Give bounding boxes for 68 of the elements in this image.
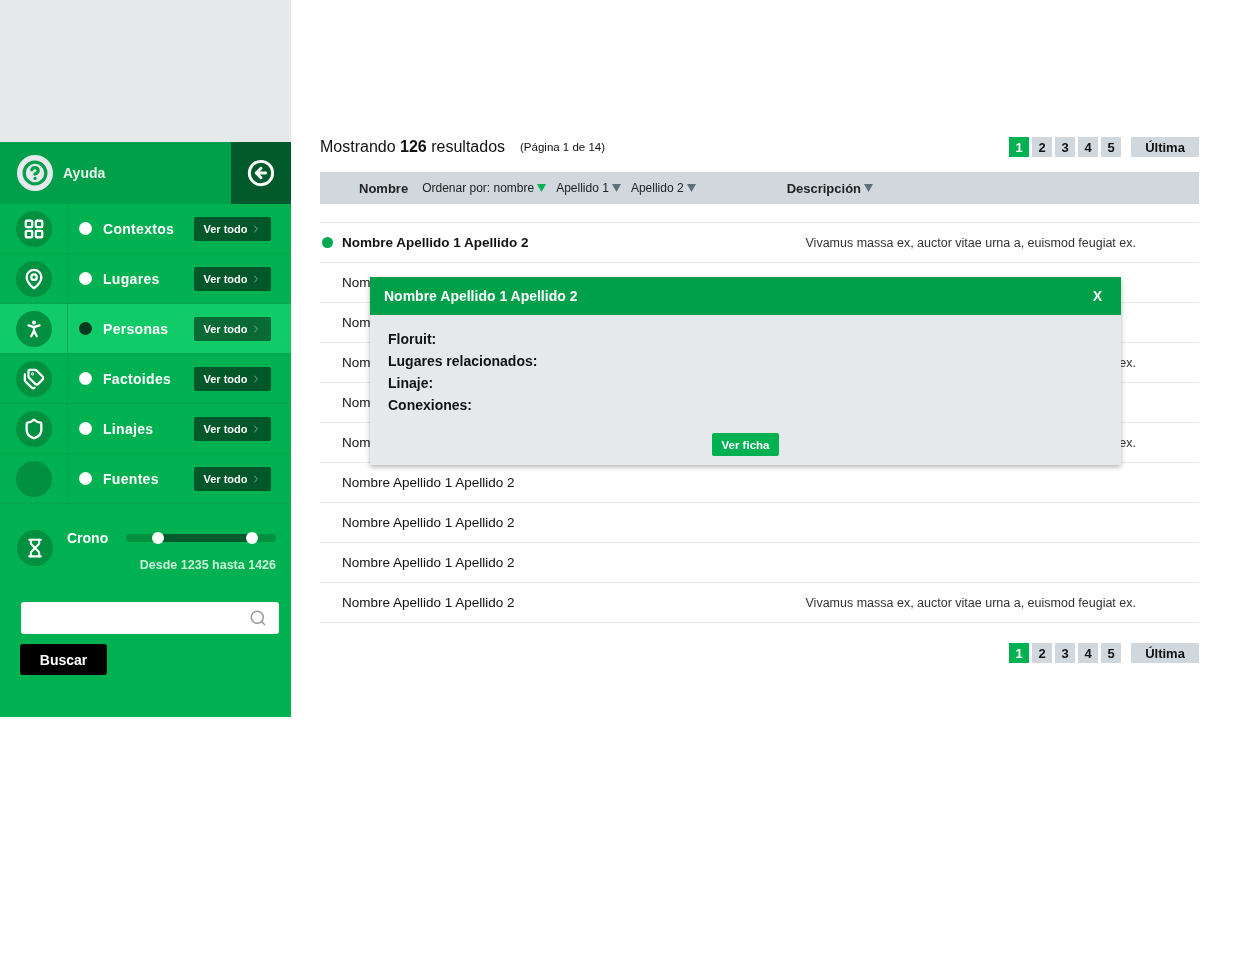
field-label: Lugares relacionados: [388, 353, 539, 369]
page-button[interactable]: 2 [1032, 137, 1052, 157]
category-icon [15, 310, 52, 347]
selected-dot [322, 237, 333, 248]
range-slider[interactable] [126, 534, 276, 542]
page-button[interactable]: 5 [1101, 643, 1121, 663]
table-row[interactable]: Nombre Apellido 1 Apellido 2 Vivamus massa ex, auctor vitae urna a, euismod feugiat ex. [320, 223, 1199, 263]
radio-button[interactable] [79, 322, 92, 335]
radio-button[interactable] [79, 422, 92, 435]
radio-button[interactable] [79, 272, 92, 285]
radio-button[interactable] [79, 472, 92, 485]
blank-circle-icon [15, 460, 52, 497]
field-label: Linaje: [388, 375, 435, 391]
sort-triangle-icon [611, 184, 621, 192]
back-button[interactable] [231, 142, 291, 204]
sort-triangle-icon [537, 184, 547, 192]
page-button[interactable]: 3 [1055, 643, 1075, 663]
sort-option[interactable]: Apellido 2 [630, 181, 696, 195]
name-cell[interactable]: Nombre Apellido 1 Apellido 2 [342, 475, 791, 490]
search-button[interactable]: Buscar [20, 644, 107, 675]
page-button[interactable]: 4 [1078, 643, 1098, 663]
view-all-button[interactable]: Ver todo [194, 316, 271, 341]
sort-option[interactable]: Ordenar por: nombre [422, 181, 547, 195]
column-heading: Nombre [359, 180, 409, 196]
view-all-button[interactable]: Ver todo [194, 466, 271, 491]
table-row[interactable]: Nombre Apellido 1 Apellido 2 [320, 543, 1199, 583]
page-info: (Página 1 de 14) [520, 141, 606, 153]
hourglass-icon [17, 530, 53, 566]
view-all-button[interactable]: Ver todo [194, 366, 271, 391]
name-cell[interactable]: Nombre Apellido 1 Apellido 2 [342, 235, 791, 250]
sort-triangle-icon [864, 184, 874, 192]
page-button[interactable]: 5 [1101, 137, 1121, 157]
view-all-button[interactable]: Ver todo [194, 416, 271, 441]
last-page-button[interactable]: Última [1131, 643, 1199, 663]
page-button[interactable]: 3 [1055, 137, 1075, 157]
field-label: Conexiones: [388, 397, 473, 413]
view-all-button[interactable]: Ver todo [194, 266, 271, 291]
search-field[interactable] [21, 602, 279, 634]
table-row[interactable]: Nombre Apellido 1 Apellido 2 Vivamus massa ex, auctor vitae urna a, euismod feugiat ex. [320, 583, 1199, 623]
last-page-button[interactable]: Última [1131, 137, 1199, 157]
view-all-button[interactable]: Ver todo [194, 216, 271, 241]
popup-title: Nombre Apellido 1 Apellido 2 [384, 288, 578, 304]
category-icon [15, 260, 52, 297]
category-icon [15, 360, 52, 397]
field-label: Floruit: [388, 331, 438, 347]
table-row[interactable]: Nombre Apellido 1 Apellido 2 [320, 503, 1199, 543]
help-icon[interactable] [17, 155, 53, 191]
slider-thumb[interactable] [151, 532, 164, 544]
name-cell[interactable]: Nombre Apellido 1 Apellido 2 [342, 515, 791, 530]
category-icon [15, 210, 52, 247]
search-icon[interactable] [249, 609, 267, 627]
description-heading[interactable]: Descripción [786, 180, 874, 196]
radio-button[interactable] [79, 222, 92, 235]
sort-triangle-icon [686, 184, 696, 192]
results-count: Mostrando 126 resultados [320, 138, 506, 156]
page-button[interactable]: 2 [1032, 643, 1052, 663]
category-icon [15, 410, 52, 447]
page-button[interactable]: 4 [1078, 137, 1098, 157]
range-text: Desde 1235 hasta 1426 [138, 558, 276, 572]
sort-option[interactable]: Apellido 1 [556, 181, 621, 195]
description-cell-text: Vivamus massa ex, auctor vitae urna a, euismod feugiat ex. [804, 235, 1137, 250]
crono-label: Crono [67, 530, 109, 546]
radio-button[interactable] [79, 372, 92, 385]
slider-thumb[interactable] [246, 532, 259, 544]
name-cell[interactable]: Nombre Apellido 1 Apellido 2 [342, 595, 791, 610]
description-cell-text: Vivamus massa ex, auctor vitae urna a, euismod feugiat ex. [804, 595, 1137, 610]
name-cell[interactable]: Nombre Apellido 1 Apellido 2 [342, 555, 791, 570]
arrow-left-icon [247, 159, 275, 187]
